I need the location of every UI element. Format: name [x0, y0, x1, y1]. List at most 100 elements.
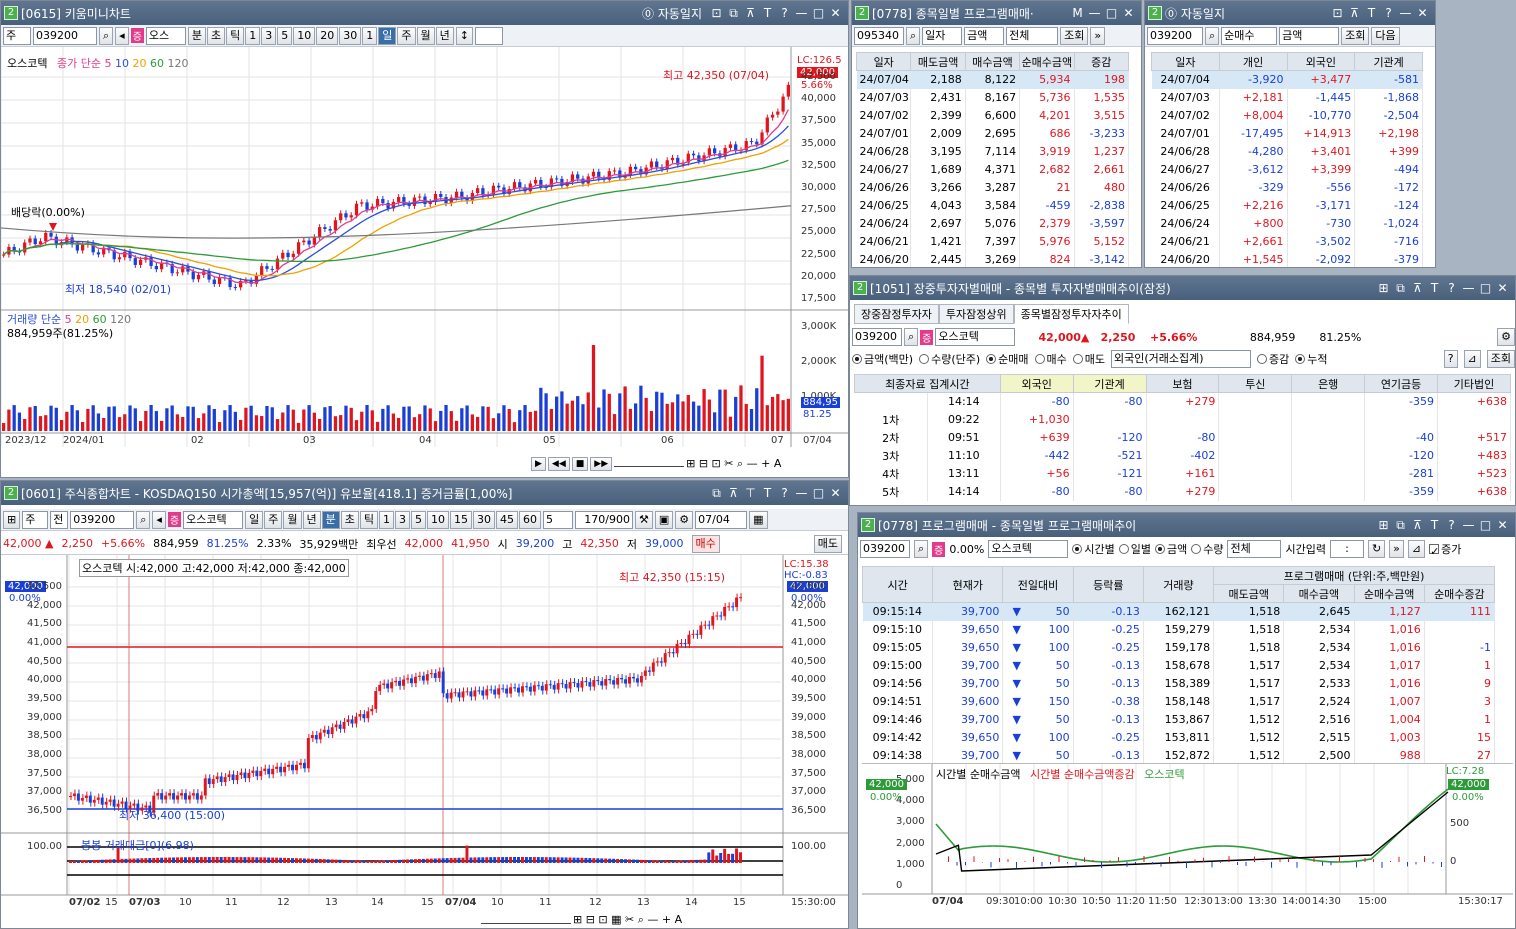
table-row[interactable]: 24/06/20 2,445 3,269 824 -3,142 — [856, 250, 1130, 267]
layout-icon[interactable]: ⊡ — [1331, 6, 1344, 20]
table-row[interactable]: 24/06/25 +2,216 -3,171 -124 — [1151, 196, 1423, 215]
code-input[interactable]: 095340 — [854, 26, 904, 45]
next-button[interactable]: 다음 — [1371, 26, 1400, 45]
period-button[interactable]: 분 — [187, 26, 207, 45]
pin-icon[interactable]: ⊼ — [744, 6, 757, 21]
radio-quantity[interactable]: 수량(단주) — [919, 351, 980, 367]
maximize-icon[interactable]: □ — [1105, 6, 1118, 20]
chart-icon[interactable]: ⊿ — [1463, 350, 1481, 368]
table-row[interactable]: 3차 11:10 -442 -521 -402 -120 +483 — [854, 446, 1511, 465]
intraday-investor-titlebar[interactable]: 2 [1051] 장중투자자별매매 - 종목별 투자자별매매추이(잠정) ⊞ ⧉ ⊼… — [850, 276, 1515, 300]
close-icon[interactable]: ✕ — [1496, 518, 1509, 533]
table-row[interactable]: 24/07/03 +2,181 -1,445 -1,868 — [1151, 88, 1423, 107]
tab-intraday-investor[interactable]: 장중잠정투자자 — [854, 304, 939, 324]
count-input[interactable]: 170/900 — [575, 510, 633, 529]
radio-quantity[interactable]: 수량 — [1191, 541, 1223, 557]
table-row[interactable]: 09:14:38 39,700 ▼ 50 -0.13 152,872 1,512 2,500 9… — [862, 746, 1496, 765]
period-button[interactable]: 년 — [435, 26, 454, 45]
menu-icon[interactable]: M — [1071, 6, 1084, 20]
close-icon[interactable]: ✕ — [1122, 6, 1135, 20]
radio-change[interactable]: 증감 — [1257, 351, 1289, 367]
table-row[interactable]: 24/07/04 2,188 8,122 5,934 198 — [856, 70, 1130, 89]
program-time-chart[interactable]: 시간별 순매수금액 시간별 순매수금액증감 오스코텍 5,000 4,000 3,0… — [862, 763, 1513, 928]
text-icon[interactable]: T — [761, 6, 774, 21]
main-chart-area[interactable]: 오스코텍 시:42,000 고:42,000 저:42,000 종:42,000… — [1, 555, 848, 928]
stock-name[interactable]: 오스코텍 — [935, 328, 1016, 346]
unit-select[interactable]: 금액 — [964, 26, 1005, 45]
main-chart-titlebar[interactable]: 2 [0601] 주식종합차트 - KOSDAQ150 시가총액[15,957(… — [1, 481, 848, 505]
grid-icon[interactable]: ⊞ — [3, 510, 21, 529]
period-button[interactable]: 분 — [321, 510, 340, 529]
period-button[interactable]: 1 — [362, 26, 378, 45]
maximize-icon[interactable]: □ — [812, 6, 825, 21]
period-button[interactable]: 3 — [261, 26, 277, 45]
code-input[interactable]: 039200 — [70, 510, 135, 529]
mode-select[interactable]: 전 — [50, 510, 69, 529]
table-row[interactable]: 4차 13:11 +56 -121 +161 -281 +523 — [854, 464, 1511, 483]
layout-icon[interactable]: ⧉ — [1394, 518, 1407, 533]
text-icon[interactable]: T — [1365, 6, 1378, 20]
text-icon[interactable]: T — [1428, 281, 1441, 296]
code-input[interactable]: 039200 — [1147, 26, 1203, 45]
search-icon[interactable]: ⌕ — [99, 26, 114, 45]
table-row[interactable]: 24/07/02 2,399 6,600 4,201 3,515 — [856, 106, 1130, 125]
maximize-icon[interactable]: □ — [812, 486, 825, 501]
date-input[interactable]: 07/04 — [695, 510, 748, 529]
period-button[interactable]: 월 — [283, 510, 302, 529]
text-icon[interactable]: T — [1428, 518, 1441, 533]
table-row[interactable]: 09:15:00 39,700 ▼ 50 -0.13 158,678 1,517 2,534 1… — [862, 656, 1496, 675]
radio-amount[interactable]: 금액(백만) — [852, 351, 913, 367]
link-icon[interactable]: ⧉ — [727, 6, 740, 21]
period-button[interactable]: 틱 — [226, 26, 245, 45]
radio-by-time[interactable]: 시간별 — [1072, 541, 1115, 557]
maximize-icon[interactable]: □ — [1479, 281, 1492, 296]
mini-chart-titlebar[interactable]: 2 [0615] 키움미니차트 ⓪ 자동일지 ⊡ ⧉ ⊼ T? — □ ✕ — [1, 1, 848, 25]
bookmark-icon[interactable]: ⊤ — [744, 486, 757, 501]
help-icon[interactable]: ? — [1445, 281, 1458, 296]
minimize-icon[interactable]: — — [1462, 518, 1475, 533]
save-icon[interactable]: ▣ — [654, 510, 674, 529]
table-row[interactable]: 09:14:46 39,700 ▼ 50 -0.13 153,867 1,512 2,516 1… — [862, 710, 1496, 729]
tools-icon[interactable]: ⚒ — [635, 510, 653, 529]
table-row[interactable]: 24/06/27 -3,612 +3,399 -494 — [1151, 160, 1423, 179]
period-button[interactable]: 초 — [207, 26, 226, 45]
close-icon[interactable]: ✕ — [829, 486, 842, 501]
interval-input[interactable]: 5 — [543, 510, 573, 529]
table-row[interactable]: 24/06/21 1,421 7,397 5,976 5,152 — [856, 232, 1130, 251]
stock-name[interactable]: 오스 — [145, 26, 186, 45]
table-row[interactable]: 24/06/26 -329 -556 -172 — [1151, 178, 1423, 197]
scroll-right-icon[interactable]: ▶ — [531, 457, 546, 471]
table-row[interactable]: 24/07/03 2,431 8,167 5,736 1,535 — [856, 88, 1130, 107]
period-button[interactable]: 틱 — [359, 510, 378, 529]
table-row[interactable]: 24/06/20 +1,545 -2,092 -379 — [1151, 250, 1423, 267]
query-button[interactable]: 조회 — [1060, 26, 1089, 45]
pin-icon[interactable]: ⊼ — [1411, 281, 1424, 296]
sell-button[interactable]: 매도 — [813, 535, 842, 553]
help-icon[interactable]: ? — [1382, 6, 1395, 20]
table-row[interactable]: 24/06/25 4,043 3,584 -459 -2,838 — [856, 196, 1130, 215]
radio-by-day[interactable]: 일별 — [1118, 541, 1151, 557]
search-icon[interactable]: ⌕ — [906, 26, 921, 45]
stop-icon[interactable]: ■ — [571, 457, 589, 471]
search-icon[interactable]: ⌕ — [136, 510, 151, 529]
period-button[interactable]: 주 — [397, 26, 416, 45]
stock-name[interactable]: 오스코텍 — [183, 510, 244, 529]
speaker-icon[interactable]: ◂ — [152, 510, 166, 529]
table-row[interactable]: 24/06/24 +800 -730 -1,024 — [1151, 214, 1423, 233]
close-icon[interactable]: ✕ — [1416, 6, 1429, 20]
table-row[interactable]: 1차 09:22 +1,030 — [854, 410, 1511, 429]
table-row[interactable]: 14:14 -80 -80 +279 -359 +638 — [854, 392, 1511, 411]
updown-icon[interactable]: ↕ — [455, 26, 473, 45]
period-button[interactable]: 45 — [496, 510, 518, 529]
close-icon[interactable]: ✕ — [829, 6, 842, 21]
radio-sell[interactable]: 매도 — [1072, 351, 1105, 367]
period-button[interactable]: 20 — [316, 26, 339, 45]
query-button[interactable]: 조회 — [1486, 350, 1515, 368]
period-button[interactable]: 15 — [450, 510, 472, 529]
code-input[interactable]: 039200 — [860, 540, 910, 558]
table-row[interactable]: 24/07/04 -3,920 +3,477 -581 — [1151, 70, 1423, 89]
more-icon[interactable]: » — [1090, 26, 1106, 45]
period-button[interactable]: 10 — [293, 26, 316, 45]
investor-select[interactable]: 외국인(거래소집계) — [1111, 350, 1252, 368]
program-daily-titlebar[interactable]: 2 [0778] 종목일별 프로그램매매· M — □ ✕ — [852, 1, 1141, 25]
